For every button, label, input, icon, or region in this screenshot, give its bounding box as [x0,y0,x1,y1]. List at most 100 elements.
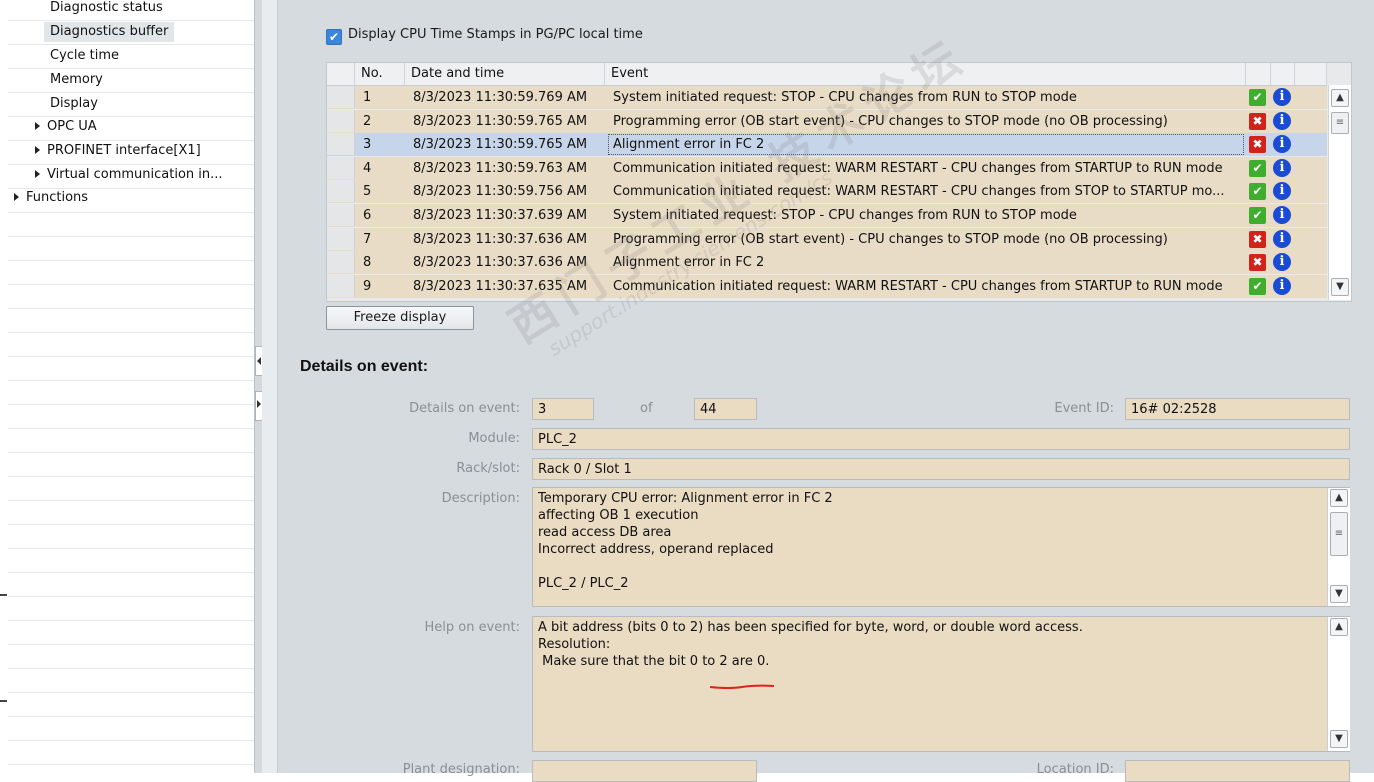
help-field[interactable]: A bit address (bits 0 to 2) has been spe… [532,616,1350,752]
details-on-event-label: Details on event: [409,401,520,416]
row-indicator [327,227,355,250]
freeze-display-button[interactable]: Freeze display [326,306,474,330]
scroll-thumb[interactable]: ≡ [1330,512,1348,556]
location-id-field[interactable] [1125,760,1350,782]
row-event: Communication initiated request: WARM RE… [613,184,1225,200]
expand-arrow-icon[interactable] [35,170,40,178]
row-datetime: 8/3/2023 11:30:59.765 AM [413,137,588,153]
table-row[interactable]: 3 8/3/2023 11:30:59.765 AM Alignment error… [327,133,1327,157]
diagnostics-buffer-table: No. Date and time Event 1 8/3/2023 11:30:… [326,62,1352,302]
info-icon[interactable]: i [1273,135,1291,154]
info-icon[interactable]: i [1273,206,1291,224]
nav-item-diagnostics-buffer[interactable]: Diagnostics buffer [44,22,175,42]
description-label: Description: [441,491,520,506]
location-id-label: Location ID: [1036,762,1114,777]
timestamp-checkbox-label: Display CPU Time Stamps in PG/PC local t… [348,27,643,42]
nav-item-label: PROFINET interface[X1] [47,143,201,158]
row-datetime: 8/3/2023 11:30:59.765 AM [413,113,588,129]
row-datetime: 8/3/2023 11:30:37.636 AM [413,255,588,271]
scroll-down-button[interactable]: ▼ [1330,730,1348,748]
table-row[interactable]: 4 8/3/2023 11:30:59.763 AM Communication i… [327,156,1327,180]
status-error-icon: ✖ [1249,254,1266,272]
description-line: PLC_2 / PLC_2 [538,576,629,591]
info-icon[interactable]: i [1273,88,1291,106]
description-line [538,558,1321,575]
event-index-field[interactable]: 3 [532,398,594,420]
nav-item-label: Diagnostic status [50,0,163,15]
edge-tick [0,700,7,702]
nav-item-display[interactable]: Display [50,94,98,114]
table-scrollbar[interactable]: ▲ ≡ ▼ [1328,85,1351,300]
nav-item-opc-ua[interactable]: OPC UA [35,117,97,137]
column-header-datetime[interactable]: Date and time [405,63,605,85]
event-total-field[interactable]: 44 [694,398,757,420]
help-line: Resolution: [538,637,611,652]
column-header-event[interactable]: Event [605,63,1246,85]
status-error-icon: ✖ [1249,136,1266,154]
row-event: Communication initiated request: WARM RE… [613,160,1223,176]
description-scrollbar[interactable]: ▲ ≡ ▼ [1327,488,1350,606]
column-header-info[interactable] [1271,63,1295,85]
table-row[interactable]: 2 8/3/2023 11:30:59.765 AM Programming err… [327,109,1327,133]
nav-item-virtual-communication[interactable]: Virtual communication in... [35,165,223,185]
collapse-left-icon [257,357,261,365]
nav-item-label: Cycle time [50,48,120,63]
info-icon[interactable]: i [1273,182,1291,201]
table-row[interactable]: 1 8/3/2023 11:30:59.769 AM System initiate… [327,86,1327,109]
row-indicator [327,204,355,226]
description-line: Temporary CPU error: Alignment error in … [538,491,833,506]
timestamp-checkbox-row[interactable]: ✔ Display CPU Time Stamps in PG/PC local … [326,25,643,45]
module-field[interactable]: PLC_2 [532,428,1350,450]
expand-arrow-icon[interactable] [14,193,19,201]
status-error-icon: ✖ [1249,112,1266,130]
info-icon[interactable]: i [1273,111,1291,130]
nav-item-cycle-time[interactable]: Cycle time [50,46,119,66]
description-line: read access DB area [538,525,672,540]
row-event: Programming error (OB start event) - CPU… [613,231,1168,247]
rack-slot-field[interactable]: Rack 0 / Slot 1 [532,458,1350,480]
table-row[interactable]: 7 8/3/2023 11:30:37.636 AM Programming err… [327,227,1327,251]
row-event: Communication initiated request: WARM RE… [613,278,1223,294]
scroll-up-button[interactable]: ▲ [1330,489,1348,507]
status-ok-icon: ✔ [1249,159,1266,177]
info-icon[interactable]: i [1273,253,1291,272]
column-header-status[interactable] [1246,63,1271,85]
table-row[interactable]: 6 8/3/2023 11:30:37.639 AM System initiate… [327,204,1327,227]
plant-designation-field[interactable] [532,760,757,782]
table-row[interactable]: 5 8/3/2023 11:30:59.756 AM Communication i… [327,180,1327,204]
row-datetime: 8/3/2023 11:30:37.635 AM [413,278,588,294]
row-datetime: 8/3/2023 11:30:59.756 AM [413,184,588,200]
help-scrollbar[interactable]: ▲ ▼ [1327,617,1350,751]
status-ok-icon: ✔ [1249,207,1266,224]
event-id-field[interactable]: 16# 02:2528 [1125,398,1350,420]
project-navigation-tree: Diagnostic status Diagnostics buffer Cyc… [8,0,254,773]
nav-item-profinet-interface[interactable]: PROFINET interface[X1] [35,141,201,161]
table-row[interactable]: 9 8/3/2023 11:30:37.635 AM Communication i… [327,274,1327,298]
description-field[interactable]: Temporary CPU error: Alignment error in … [532,487,1350,607]
nav-item-diagnostic-status[interactable]: Diagnostic status [50,0,163,18]
expand-arrow-icon[interactable] [35,122,40,130]
description-line: Incorrect address, operand replaced [538,542,774,557]
row-indicator [327,156,355,179]
row-number: 6 [363,208,372,223]
timestamp-checkbox[interactable]: ✔ [326,29,342,45]
scroll-down-button[interactable]: ▼ [1331,278,1349,296]
column-header-no[interactable]: No. [355,63,405,85]
scroll-up-button[interactable]: ▲ [1330,618,1348,636]
scroll-thumb[interactable]: ≡ [1331,112,1349,134]
nav-item-functions[interactable]: Functions [14,188,88,208]
info-icon[interactable]: i [1273,158,1291,177]
column-header-spare [1295,63,1327,85]
nav-item-memory[interactable]: Memory [50,70,103,90]
module-label: Module: [468,431,520,446]
info-icon[interactable]: i [1273,276,1291,295]
expand-arrow-icon[interactable] [35,146,40,154]
row-number: 1 [363,90,372,105]
row-event: Alignment error in FC 2 [607,133,1245,156]
nav-item-label: Functions [26,190,89,205]
scroll-up-button[interactable]: ▲ [1331,89,1349,107]
table-row[interactable]: 8 8/3/2023 11:30:37.636 AM Alignment error… [327,251,1327,275]
row-datetime: 8/3/2023 11:30:37.636 AM [413,231,588,247]
info-icon[interactable]: i [1273,229,1291,248]
scroll-down-button[interactable]: ▼ [1330,585,1348,603]
